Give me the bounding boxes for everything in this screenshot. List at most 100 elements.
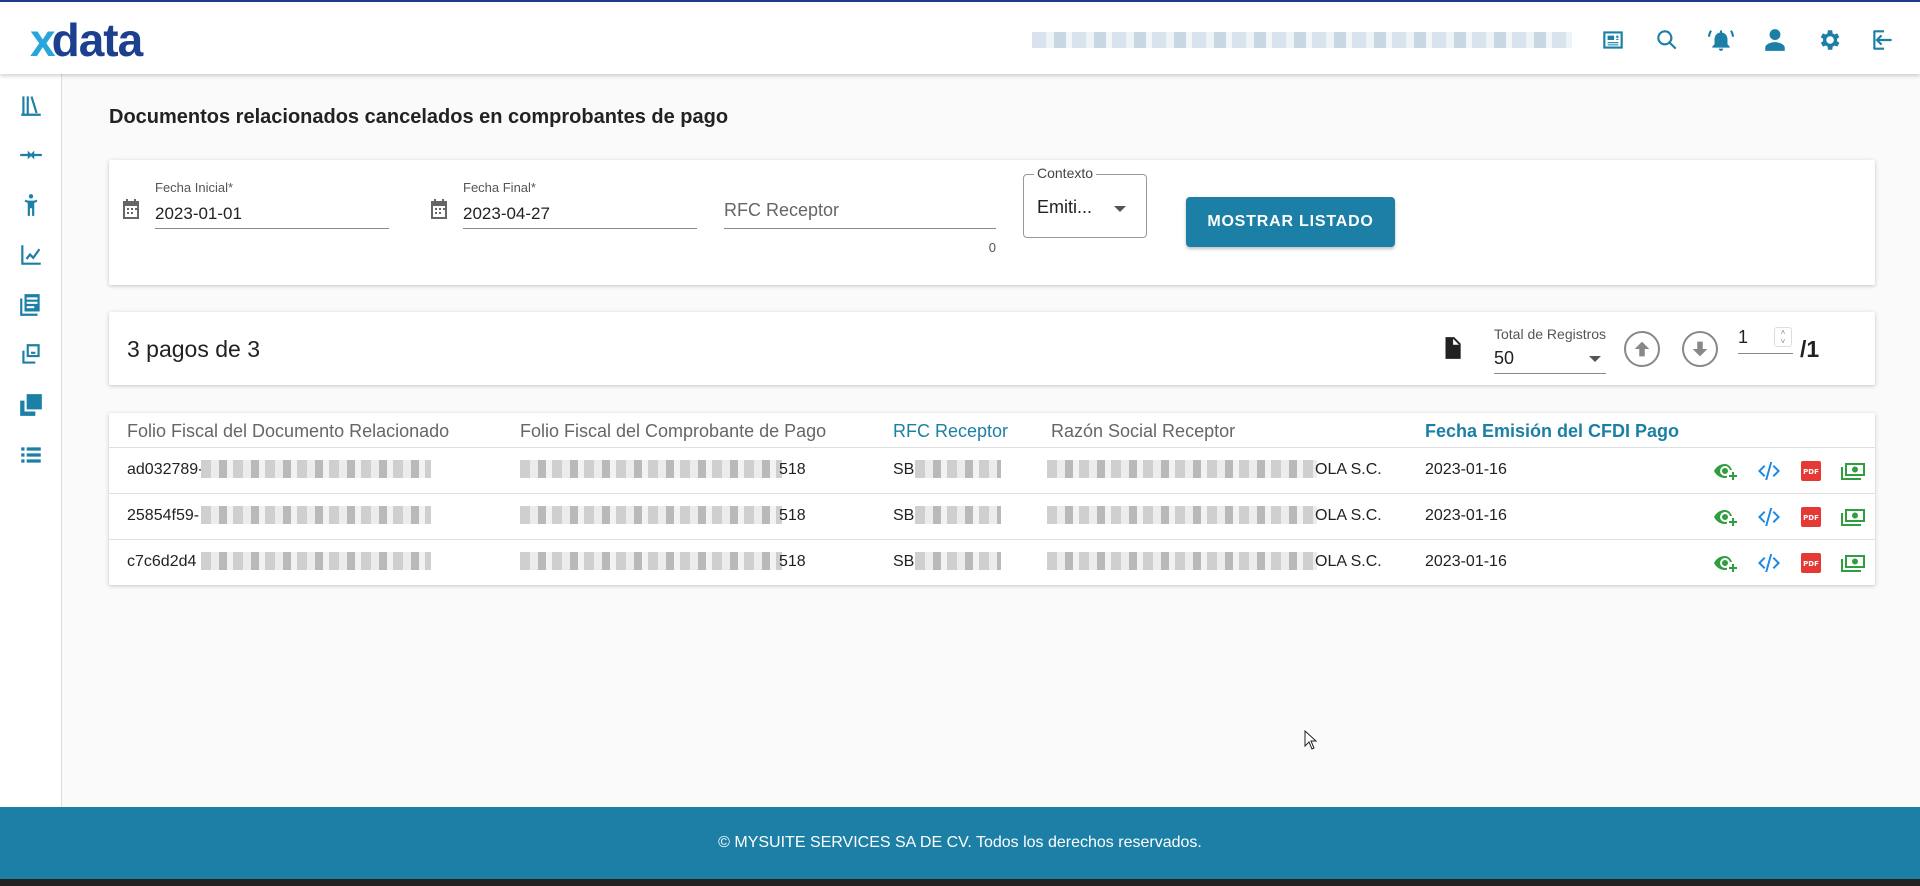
column-header-razon-social[interactable]: Razón Social Receptor bbox=[1051, 421, 1235, 442]
pdf-icon[interactable]: PDF bbox=[1797, 550, 1825, 576]
blurred-text bbox=[1047, 506, 1317, 524]
sidebar-item-compare[interactable] bbox=[0, 130, 62, 180]
logo-x: x bbox=[30, 14, 56, 66]
scroll-up-button[interactable] bbox=[1624, 331, 1660, 367]
sidebar-item-layers[interactable] bbox=[0, 380, 62, 430]
cell-folio-doc: c7c6d2d4 bbox=[127, 553, 197, 570]
documents-icon bbox=[20, 294, 40, 316]
top-bar: x data bbox=[0, 0, 1920, 74]
pdf-icon[interactable]: PDF bbox=[1797, 504, 1825, 530]
cell-folio-pago: 518 bbox=[779, 553, 806, 570]
filter-panel: Fecha Inicial* 2023-01-01 Fecha Final* 2… bbox=[109, 160, 1875, 285]
sidebar-item-library[interactable] bbox=[0, 80, 62, 130]
blurred-text bbox=[915, 552, 1001, 570]
table-row[interactable]: 25854f59- 518 SBI OLA S.C. 2023-01-16 PD… bbox=[109, 493, 1875, 539]
fecha-final-value: 2023-04-27 bbox=[463, 204, 550, 223]
cell-folio-doc: ad032789- bbox=[127, 461, 204, 478]
blurred-text bbox=[1047, 552, 1317, 570]
scroll-down-button[interactable] bbox=[1682, 331, 1718, 367]
page-total: /1 bbox=[1800, 336, 1820, 362]
column-header-folio-doc[interactable]: Folio Fiscal del Documento Relacionado bbox=[127, 421, 449, 442]
blurred-text bbox=[201, 460, 431, 478]
blurred-user-info bbox=[1032, 32, 1572, 48]
svg-text:PDF: PDF bbox=[1803, 468, 1819, 476]
svg-text:PDF: PDF bbox=[1803, 514, 1819, 522]
page-spinner[interactable]: ˄ ˅ bbox=[1774, 327, 1792, 347]
bottom-strip bbox=[0, 879, 1920, 886]
user-icon[interactable] bbox=[1748, 24, 1802, 56]
mostrar-listado-button[interactable]: MOSTRAR LISTADO bbox=[1186, 197, 1395, 247]
blurred-text bbox=[520, 552, 782, 570]
table-row[interactable]: c7c6d2d4 518 SBI OLA S.C. 2023-01-16 PDF bbox=[109, 539, 1875, 585]
library-icon bbox=[21, 96, 41, 116]
fecha-final-field[interactable]: Fecha Final* 2023-04-27 bbox=[463, 180, 697, 229]
sidebar-item-person[interactable] bbox=[0, 180, 62, 230]
column-header-rfc[interactable]: RFC Receptor bbox=[893, 421, 1008, 442]
cell-razon-social: OLA S.C. bbox=[1315, 461, 1382, 478]
contexto-select[interactable]: Contexto Emiti... bbox=[1023, 165, 1147, 238]
sidebar-item-list[interactable] bbox=[0, 430, 62, 480]
cash-icon[interactable] bbox=[1839, 504, 1867, 530]
pdf-icon[interactable]: PDF bbox=[1797, 458, 1825, 484]
rfc-char-count: 0 bbox=[988, 240, 996, 255]
arrow-down-icon bbox=[1692, 341, 1708, 357]
header-icons bbox=[1586, 24, 1910, 56]
blurred-text bbox=[915, 506, 1001, 524]
page-size-select[interactable]: 50 bbox=[1494, 348, 1514, 369]
view-add-icon[interactable] bbox=[1713, 458, 1741, 484]
logout-icon[interactable] bbox=[1856, 24, 1910, 56]
person-icon bbox=[24, 194, 38, 216]
fecha-inicial-value: 2023-01-01 bbox=[155, 204, 242, 223]
cash-icon[interactable] bbox=[1839, 550, 1867, 576]
column-header-folio-pago[interactable]: Folio Fiscal del Comprobante de Pago bbox=[520, 421, 826, 442]
settings-icon[interactable] bbox=[1802, 24, 1856, 56]
cell-fecha: 2023-01-16 bbox=[1425, 553, 1507, 570]
blurred-text bbox=[201, 552, 431, 570]
blurred-text bbox=[201, 506, 431, 524]
cell-folio-pago: 518 bbox=[779, 507, 806, 524]
code-icon[interactable] bbox=[1755, 458, 1783, 484]
alarm-bell-icon[interactable] bbox=[1694, 24, 1748, 56]
cell-folio-doc: 25854f59- bbox=[127, 507, 200, 524]
footer-text: © MYSUITE SERVICES SA DE CV. Todos los d… bbox=[718, 834, 1202, 851]
results-table: Folio Fiscal del Documento Relacionado F… bbox=[109, 413, 1875, 585]
sidebar-item-reports[interactable] bbox=[0, 230, 62, 280]
cell-folio-pago: 518 bbox=[779, 461, 806, 478]
cell-fecha: 2023-01-16 bbox=[1425, 461, 1507, 478]
footer: © MYSUITE SERVICES SA DE CV. Todos los d… bbox=[0, 807, 1920, 879]
cell-fecha: 2023-01-16 bbox=[1425, 507, 1507, 524]
rfc-receptor-placeholder: RFC Receptor bbox=[724, 200, 840, 220]
search-icon[interactable] bbox=[1640, 24, 1694, 56]
blurred-text bbox=[520, 460, 782, 478]
calendar-icon[interactable] bbox=[427, 197, 451, 221]
view-add-icon[interactable] bbox=[1713, 550, 1741, 576]
news-icon[interactable] bbox=[1586, 24, 1640, 56]
sidebar-item-copy[interactable] bbox=[0, 330, 62, 380]
cell-razon-social: OLA S.C. bbox=[1315, 553, 1382, 570]
column-header-fecha-emision[interactable]: Fecha Emisión del CFDI Pago bbox=[1425, 421, 1679, 442]
svg-text:PDF: PDF bbox=[1803, 560, 1819, 568]
export-file-icon[interactable] bbox=[1439, 335, 1465, 361]
sidebar bbox=[0, 74, 62, 807]
xdata-logo[interactable]: x data bbox=[30, 14, 144, 66]
rfc-receptor-input[interactable]: RFC Receptor 0 bbox=[724, 160, 996, 255]
code-icon[interactable] bbox=[1755, 550, 1783, 576]
sidebar-item-documents[interactable] bbox=[0, 280, 62, 330]
cell-razon-social: OLA S.C. bbox=[1315, 507, 1382, 524]
view-add-icon[interactable] bbox=[1713, 504, 1741, 530]
contexto-value: Emiti... bbox=[1037, 197, 1093, 217]
table-row[interactable]: ad032789- 518 SBI OLA S.C. 2023-01-16 PD… bbox=[109, 447, 1875, 493]
logo-data: data bbox=[51, 14, 144, 66]
page-number-input[interactable]: 1 bbox=[1738, 327, 1748, 348]
fecha-inicial-field[interactable]: Fecha Inicial* 2023-01-01 bbox=[155, 180, 389, 229]
calendar-icon[interactable] bbox=[119, 197, 143, 221]
cash-icon[interactable] bbox=[1839, 458, 1867, 484]
results-bar: 3 pagos de 3 Total de Registros 50 1 ˄ ˅ … bbox=[109, 312, 1875, 385]
blurred-text bbox=[1047, 460, 1317, 478]
arrow-up-icon bbox=[1634, 341, 1650, 357]
layers-icon bbox=[20, 394, 42, 416]
list-icon bbox=[21, 447, 41, 463]
chevron-down-icon bbox=[1589, 356, 1601, 362]
code-icon[interactable] bbox=[1755, 504, 1783, 530]
blurred-text bbox=[915, 460, 1001, 478]
